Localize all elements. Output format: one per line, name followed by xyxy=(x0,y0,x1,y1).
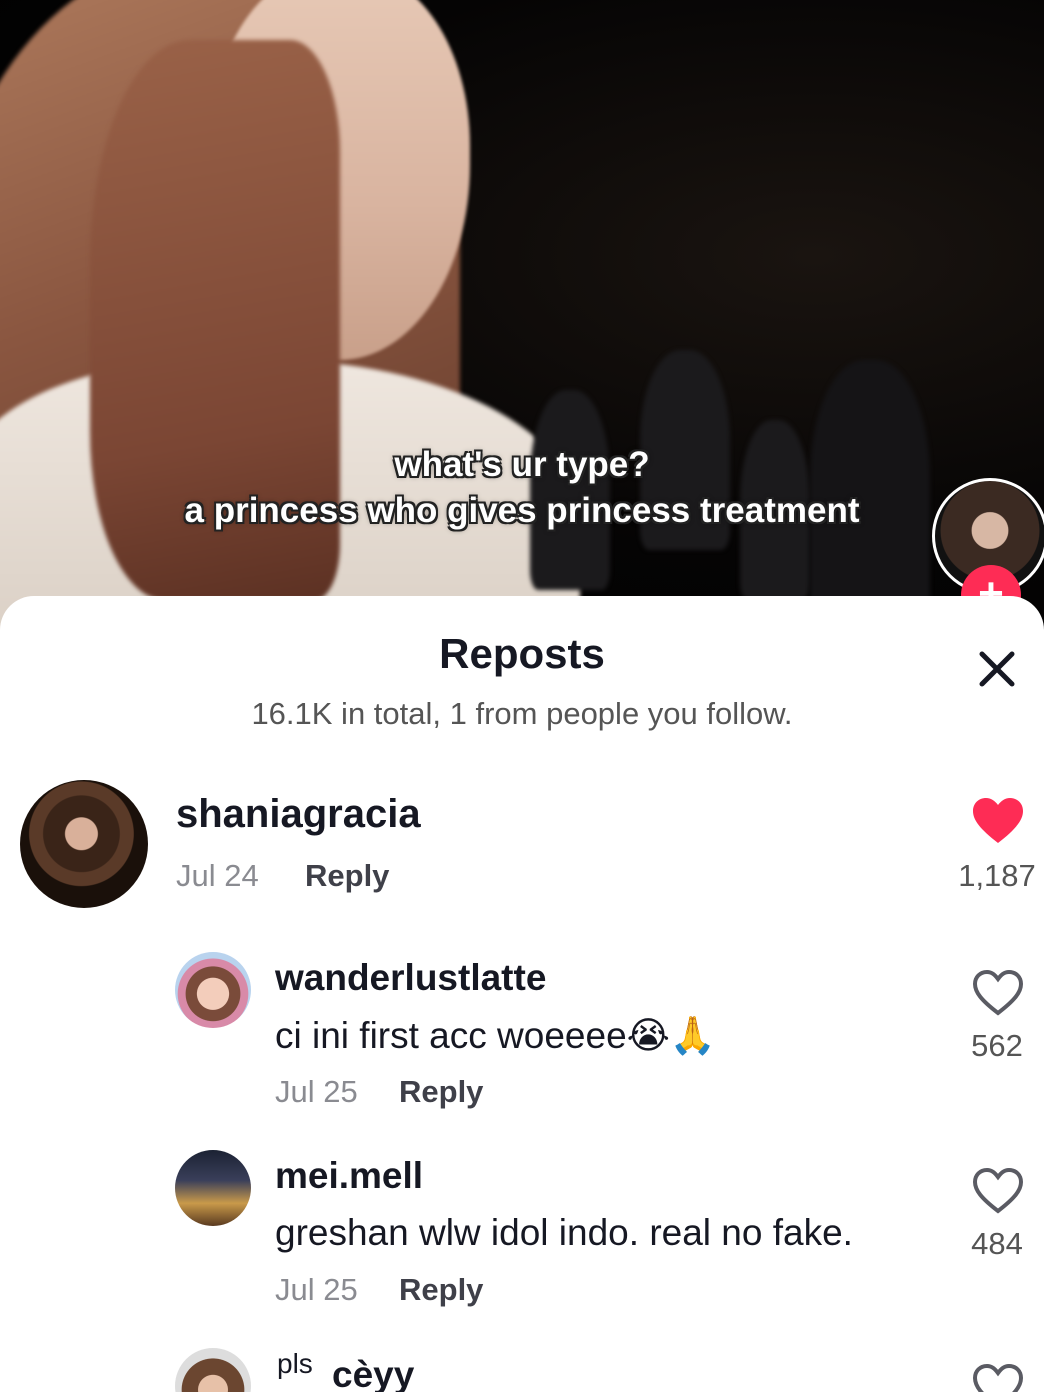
reply-button[interactable]: Reply xyxy=(399,1272,483,1308)
comment-username[interactable]: shaniagracia xyxy=(176,792,421,837)
sheet-title: Reposts xyxy=(439,630,605,677)
avatar[interactable] xyxy=(175,1348,251,1392)
close-button[interactable] xyxy=(972,644,1022,694)
heart-outline-icon xyxy=(972,969,1024,1016)
comment-text: ci ini first acc woeeee😭🙏 xyxy=(275,1015,716,1056)
comment-text: greshan wlw idol indo. real no fake. xyxy=(275,1212,853,1253)
heart-outline-icon xyxy=(972,1363,1024,1392)
comment-prefix: pls xyxy=(277,1348,313,1379)
video-player[interactable]: what's ur type? a princess who gives pri… xyxy=(0,0,1044,640)
sheet-subtitle: 16.1K in total, 1 from people you follow… xyxy=(251,696,793,731)
comment-username[interactable]: cèyy xyxy=(332,1354,414,1392)
comment-username[interactable]: mei.mell xyxy=(275,1155,423,1197)
reply-button[interactable]: Reply xyxy=(399,1074,483,1110)
heart-outline-icon xyxy=(972,1167,1024,1214)
avatar[interactable] xyxy=(175,1150,251,1226)
like-count: 1,187 xyxy=(958,858,1036,893)
comment-date: Jul 25 xyxy=(275,1272,358,1307)
avatar[interactable] xyxy=(20,780,148,908)
video-frame-person xyxy=(530,390,610,590)
like-button[interactable] xyxy=(970,796,1026,846)
avatar[interactable] xyxy=(175,952,251,1028)
like-count: 484 xyxy=(971,1226,1023,1261)
comment-date: Jul 24 xyxy=(176,858,259,893)
reply-button[interactable]: Reply xyxy=(305,858,389,894)
like-button[interactable] xyxy=(970,1362,1026,1392)
comment-date: Jul 25 xyxy=(275,1074,358,1109)
like-button[interactable] xyxy=(970,968,1026,1018)
reposts-sheet: Reposts 16.1K in total, 1 from people yo… xyxy=(0,596,1044,1392)
close-icon xyxy=(979,651,1015,687)
video-caption-line2: a princess who gives princess treatment xyxy=(184,491,860,530)
like-button[interactable] xyxy=(970,1166,1026,1216)
video-frame-person xyxy=(810,360,930,620)
video-caption-line1: what's ur type? xyxy=(394,445,650,484)
comment-username[interactable]: wanderlustlatte xyxy=(275,957,546,999)
heart-filled-icon xyxy=(973,798,1023,843)
like-count: 562 xyxy=(971,1028,1023,1063)
